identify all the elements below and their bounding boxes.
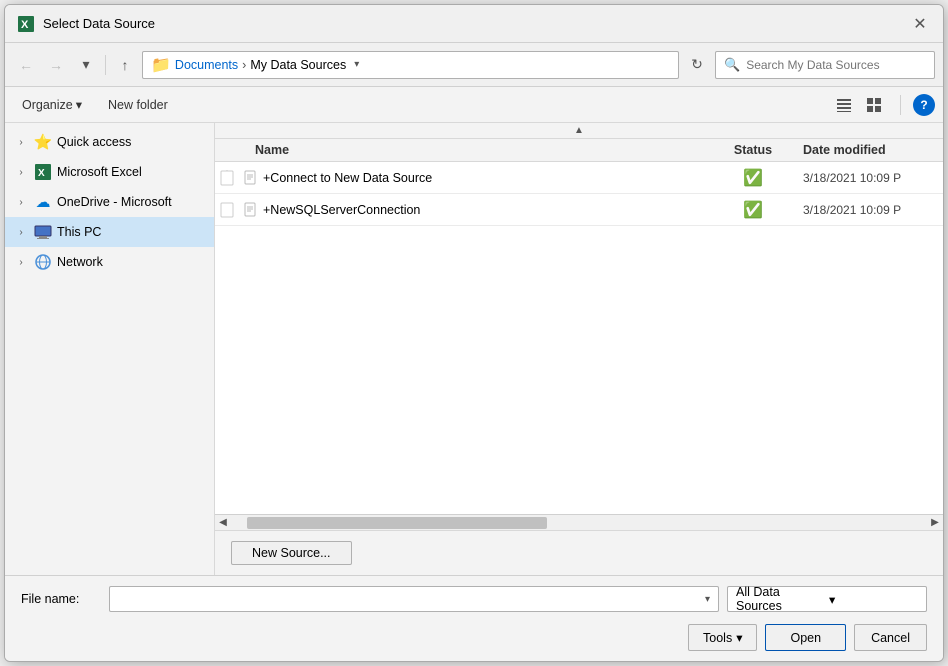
excel-title-icon: X xyxy=(17,15,35,33)
file-name-input-container: ▾ xyxy=(109,586,719,612)
new-source-row: New Source... xyxy=(215,530,943,575)
expand-icon-thispc: › xyxy=(13,224,29,240)
dialog-title: Select Data Source xyxy=(43,16,155,31)
sidebar-item-microsoft-excel[interactable]: › X Microsoft Excel xyxy=(5,157,214,187)
file-row[interactable]: +NewSQLServerConnection ✅ 3/18/2021 10:0… xyxy=(215,194,943,226)
main-area: › ⭐ Quick access › X Microsoft Excel › ☁… xyxy=(5,123,943,575)
file-icon-1 xyxy=(239,170,263,186)
column-name[interactable]: Name xyxy=(215,143,703,157)
footer: File name: ▾ All Data Sources ▾ Tools ▾ … xyxy=(5,575,943,661)
details-view-button[interactable] xyxy=(860,92,888,118)
scroll-left-arrow[interactable]: ◀ xyxy=(215,515,231,531)
breadcrumb[interactable]: 📁 Documents › My Data Sources ▾ xyxy=(142,51,679,79)
cancel-button[interactable]: Cancel xyxy=(854,624,927,651)
open-button[interactable]: Open xyxy=(765,624,846,651)
svg-text:X: X xyxy=(21,19,29,31)
file-date-2: 3/18/2021 10:09 P xyxy=(803,203,943,217)
forward-button[interactable]: → xyxy=(43,52,69,78)
sidebar-item-quick-access[interactable]: › ⭐ Quick access xyxy=(5,127,214,157)
sidebar-label-thispc: This PC xyxy=(57,225,101,239)
excel-icon: X xyxy=(33,162,53,182)
content-area: ▲ Name Status Date modified xyxy=(215,123,943,575)
filter-label: All Data Sources xyxy=(736,585,825,613)
onedrive-icon: ☁ xyxy=(33,192,53,212)
back-button[interactable]: ← xyxy=(13,52,39,78)
title-bar-left: X Select Data Source xyxy=(17,15,155,33)
refresh-button[interactable]: ↻ xyxy=(683,51,711,79)
view-buttons xyxy=(830,92,888,118)
file-name-1: +Connect to New Data Source xyxy=(263,171,703,185)
file-name-label: File name: xyxy=(21,592,101,606)
up-button[interactable]: ↑ xyxy=(112,52,138,78)
scroll-thumb[interactable] xyxy=(247,517,547,529)
file-row[interactable]: +Connect to New Data Source ✅ 3/18/2021 … xyxy=(215,162,943,194)
filter-dropdown[interactable]: All Data Sources ▾ xyxy=(727,586,927,612)
tools-button[interactable]: Tools ▾ xyxy=(688,624,757,651)
breadcrumb-expand-arrow[interactable]: ▾ xyxy=(354,59,359,70)
file-list: Name Status Date modified xyxy=(215,139,943,514)
file-date-1: 3/18/2021 10:09 P xyxy=(803,171,943,185)
filter-dropdown-arrow: ▾ xyxy=(829,592,918,607)
scroll-track[interactable] xyxy=(231,515,927,530)
expand-icon-onedrive: › xyxy=(13,194,29,210)
new-source-button[interactable]: New Source... xyxy=(231,541,352,565)
horizontal-scrollbar[interactable]: ◀ ▶ xyxy=(215,514,943,530)
network-icon xyxy=(33,252,53,272)
quick-access-icon: ⭐ xyxy=(33,132,53,152)
file-status-1: ✅ xyxy=(703,168,803,188)
select-data-source-dialog: X Select Data Source ✕ ← → ▾ ↑ 📁 Documen… xyxy=(4,4,944,662)
breadcrumb-path: Documents › My Data Sources xyxy=(175,58,346,72)
breadcrumb-chevron1: › xyxy=(242,58,246,72)
scroll-right-arrow[interactable]: ▶ xyxy=(927,515,943,531)
footer-filename-row: File name: ▾ All Data Sources ▾ xyxy=(21,586,927,612)
nav-separator xyxy=(105,55,106,75)
toolbar: Organize ▾ New folder xyxy=(5,87,943,123)
file-status-2: ✅ xyxy=(703,200,803,220)
collapse-bar[interactable]: ▲ xyxy=(215,123,943,139)
column-status: Status xyxy=(703,143,803,157)
search-icon: 🔍 xyxy=(724,57,740,73)
breadcrumb-part2[interactable]: My Data Sources xyxy=(250,58,346,72)
sidebar-item-onedrive[interactable]: › ☁ OneDrive - Microsoft xyxy=(5,187,214,217)
title-bar: X Select Data Source ✕ xyxy=(5,5,943,43)
sidebar-label-network: Network xyxy=(57,255,103,269)
thispc-icon xyxy=(33,222,53,242)
file-name-2: +NewSQLServerConnection xyxy=(263,203,703,217)
file-list-header: Name Status Date modified xyxy=(215,139,943,162)
sidebar-item-this-pc[interactable]: › This PC xyxy=(5,217,214,247)
organize-button[interactable]: Organize ▾ xyxy=(13,93,91,116)
nav-dropdown-button[interactable]: ▾ xyxy=(73,52,99,78)
expand-icon-network: › xyxy=(13,254,29,270)
nav-bar: ← → ▾ ↑ 📁 Documents › My Data Sources ▾ … xyxy=(5,43,943,87)
file-icon-2 xyxy=(239,202,263,218)
file-name-input[interactable] xyxy=(118,592,705,606)
svg-text:X: X xyxy=(38,168,45,179)
new-folder-button[interactable]: New folder xyxy=(99,94,177,116)
file-check-1 xyxy=(215,170,239,186)
file-check-2 xyxy=(215,202,239,218)
sidebar-label-quick-access: Quick access xyxy=(57,135,131,149)
expand-icon-excel: › xyxy=(13,164,29,180)
breadcrumb-part1[interactable]: Documents xyxy=(175,58,238,72)
toolbar-divider xyxy=(900,95,901,115)
footer-buttons: Tools ▾ Open Cancel xyxy=(21,620,927,651)
sidebar: › ⭐ Quick access › X Microsoft Excel › ☁… xyxy=(5,123,215,575)
file-name-dropdown-arrow[interactable]: ▾ xyxy=(705,594,710,605)
sidebar-label-excel: Microsoft Excel xyxy=(57,165,142,179)
sidebar-item-network[interactable]: › Network xyxy=(5,247,214,277)
list-view-button[interactable] xyxy=(830,92,858,118)
breadcrumb-folder-icon: 📁 xyxy=(151,55,171,75)
sidebar-label-onedrive: OneDrive - Microsoft xyxy=(57,195,172,209)
search-box: 🔍 xyxy=(715,51,935,79)
search-input[interactable] xyxy=(746,58,916,72)
column-date-modified[interactable]: Date modified xyxy=(803,143,943,157)
expand-icon-quick-access: › xyxy=(13,134,29,150)
help-button[interactable]: ? xyxy=(913,94,935,116)
close-button[interactable]: ✕ xyxy=(909,13,931,35)
